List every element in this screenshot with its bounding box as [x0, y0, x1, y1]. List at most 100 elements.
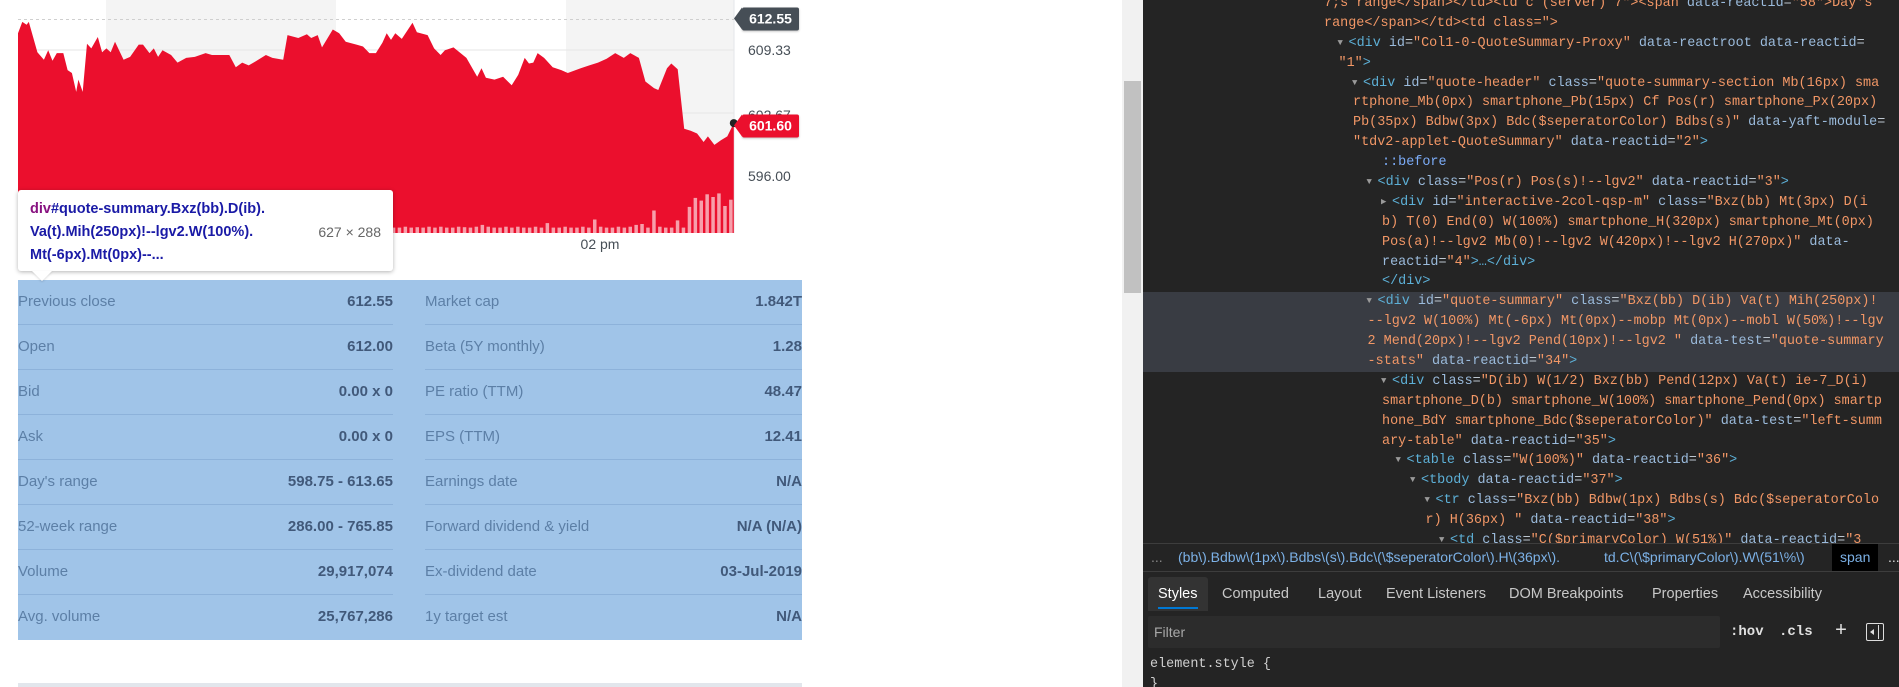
dom-node-line[interactable]: Pos(a)!--lgv2 Mb(0)!--lgv2 W(420px)!--lg…	[1143, 233, 1899, 253]
expand-triangle-icon[interactable]: ▼	[1338, 34, 1343, 54]
dom-node-text: "1">	[1339, 54, 1371, 74]
code-token: "Bxz(bb) D(ib) Va(t) Mih(250px)!	[1619, 294, 1878, 310]
tab-accessibility[interactable]: Accessibility	[1733, 577, 1832, 611]
expand-triangle-icon[interactable]: ▼	[1367, 173, 1372, 193]
volume-bar	[729, 199, 733, 233]
expand-triangle-icon[interactable]: ▼	[1367, 292, 1372, 312]
code-token: smartphone_D(b) smartphone_W(100%) smart…	[1382, 393, 1882, 409]
dom-node-line[interactable]: </div>	[1143, 272, 1899, 292]
volume-bar	[397, 227, 402, 233]
page-scrollbar[interactable]	[1122, 0, 1143, 687]
element-style-rule[interactable]: element.style {	[1150, 657, 1271, 672]
volume-bar	[598, 226, 603, 233]
dom-node-line-selected[interactable]: ▼ <div id="quote-summary" class="Bxz(bb) …	[1143, 292, 1899, 313]
dom-node-line[interactable]: b) T(0) End(0) W(100%) smartphone_H(320p…	[1143, 213, 1899, 233]
volume-bar	[569, 227, 573, 233]
expand-triangle-icon[interactable]: ▼	[1352, 74, 1357, 94]
code-token: r) H(36px) "	[1425, 513, 1523, 529]
stat-row: Earnings date N/A	[425, 460, 802, 505]
toggle-sidebar-icon[interactable]	[1866, 623, 1884, 641]
volume-bar	[581, 226, 585, 233]
dom-node-text: rtphone_Mb(0px) smartphone_Pb(15px) Cf P…	[1353, 93, 1877, 113]
dom-tree[interactable]: 7;s range</span></td><td c (server) 7"><…	[1143, 0, 1899, 551]
cls-button[interactable]: .cls	[1779, 616, 1813, 648]
dom-node-line[interactable]: Pb(35px) Bdbw(3px) Bdc($seperatorColor) …	[1143, 113, 1899, 133]
dom-node-line[interactable]: ▼ <div id="quote-header" class="quote-sum…	[1143, 74, 1899, 94]
expand-triangle-icon[interactable]: ▼	[1381, 372, 1386, 392]
dom-node-text: <div id="quote-summary" class="Bxz(bb) D…	[1378, 292, 1878, 312]
collapsed-triangle-icon[interactable]: ▶	[1381, 193, 1386, 213]
dom-node-line[interactable]: ▼ <div class = "Pos(r) Pos(s)!--lgv2" data-…	[1143, 173, 1899, 193]
stat-row: 1y target est N/A	[425, 595, 802, 640]
code-token: "Bxz(bb) Bdbw(1px) Bdbs(s) Bdc($seperato…	[1516, 493, 1880, 509]
dom-node-line[interactable]: ▼ <table class="W(100%)" data-reactid="36…	[1143, 451, 1899, 471]
dom-node-line[interactable]: ▼ <tbody data-reactid="37">	[1143, 471, 1899, 491]
volume-bar	[693, 197, 698, 233]
code-token: =	[1567, 433, 1576, 449]
breadcrumb-item-selected[interactable]: span	[1832, 544, 1879, 571]
dom-node-line[interactable]: smartphone_D(b) smartphone_W(100%) smart…	[1143, 392, 1899, 412]
dom-node-text: <div id="interactive-2col-qsp-m" class="…	[1392, 193, 1868, 213]
dom-node-line[interactable]: ::before	[1143, 153, 1899, 173]
dom-node-line-selected[interactable]: --lgv2 W(100%) Mt(-6px) Mt(0px)--mobp Mt…	[1143, 312, 1899, 333]
stat-label: Earnings date	[425, 473, 518, 490]
stat-value: 286.00 - 765.85	[287, 518, 393, 535]
breadcrumb-item[interactable]: (bb\).Bdbw\(1px\).Bdbs\(s\).Bdc\(\$seper…	[1178, 544, 1560, 571]
dom-node-line[interactable]: "1">	[1143, 54, 1899, 74]
code-token: id	[1403, 75, 1420, 91]
stat-row: Bid 0.00 x 0	[18, 370, 393, 415]
dom-node-line-selected[interactable]: -stats" data-reactid="34">	[1143, 352, 1899, 372]
tab-computed[interactable]: Computed	[1212, 577, 1299, 611]
code-token: "4"	[1446, 254, 1471, 270]
volume-bar	[705, 194, 709, 233]
stat-value: 29,917,074	[317, 563, 393, 580]
tab-dom-breakpoints[interactable]: DOM Breakpoints	[1499, 577, 1633, 611]
dom-node-line[interactable]: ▼ <tr class="Bxz(bb) Bdbw(1px) Bdbs(s) Bd…	[1143, 491, 1899, 511]
styles-filter-input[interactable]: Filter	[1148, 616, 1720, 648]
tab-event-listeners[interactable]: Event Listeners	[1376, 577, 1496, 611]
code-token: <table	[1406, 453, 1463, 469]
stat-row: Day's range 598.75 - 613.65	[18, 460, 393, 505]
y-tick-label: 609.33	[748, 42, 791, 58]
code-token: =	[1433, 294, 1443, 310]
volume-bar	[669, 227, 674, 233]
tab-styles[interactable]: Styles	[1148, 577, 1208, 611]
scrollbar-thumb[interactable]	[1124, 81, 1141, 293]
dom-node-line[interactable]: ary-table" data-reactid="35">	[1143, 432, 1899, 452]
dom-node-line[interactable]: range</span></td><td class=">	[1143, 14, 1899, 34]
code-token: "2"	[1675, 135, 1700, 151]
dom-node-line[interactable]: "tdv2-applet-QuoteSummary" data-reactid=…	[1143, 133, 1899, 153]
dom-node-line[interactable]: 7;s range</span></td><td c (server) 7"><…	[1143, 0, 1899, 14]
code-token: <div	[1377, 294, 1418, 310]
code-token: =	[1783, 0, 1792, 11]
tab-properties[interactable]: Properties	[1642, 577, 1728, 611]
dom-node-line[interactable]: reactid="4">…</div>	[1143, 253, 1899, 273]
dom-node-line[interactable]: ▼ <div id="Col1-0-QuoteSummary-Proxy" dat…	[1143, 34, 1899, 54]
breadcrumb-overflow-left[interactable]: ...	[1151, 544, 1163, 571]
expand-triangle-icon[interactable]: ▼	[1396, 451, 1401, 471]
breadcrumb-item[interactable]: td.C\(\$primaryColor\).W\(51\%\)	[1604, 544, 1805, 571]
hov-button[interactable]: :hov	[1730, 616, 1764, 648]
dom-node-line[interactable]: rtphone_Mb(0px) smartphone_Pb(15px) Cf P…	[1143, 93, 1899, 113]
dom-node-line-selected[interactable]: 2 Mend(20px)!--lgv2 Pend(10px)!--lgv2 " …	[1143, 332, 1899, 353]
stat-label: Ex-dividend date	[425, 563, 537, 580]
tab-layout[interactable]: Layout	[1308, 577, 1372, 611]
breadcrumb-overflow-right[interactable]: ...	[1888, 544, 1899, 571]
dom-node-line[interactable]: ▶ <div id="interactive-2col-qsp-m" class=…	[1143, 193, 1899, 213]
dom-node-line[interactable]: r) H(36px) " data-reactid="38">	[1143, 511, 1899, 531]
code-token: "Col1-0-QuoteSummary-Proxy"	[1413, 35, 1631, 51]
breadcrumb: ... (bb\).Bdbw\(1px\).Bdbs\(s\).Bdc\(\$s…	[1143, 543, 1899, 572]
dom-node-line[interactable]: ▼ <div class="D(ib) W(1/2) Bxz(bb) Pend(1…	[1143, 372, 1899, 392]
volume-bar	[675, 220, 680, 233]
code-token: =	[1856, 35, 1865, 51]
code-token: data-yaft-module	[1748, 115, 1878, 131]
dom-node-line[interactable]: hone_BdY smartphone_Bdc($seperatorColor)…	[1143, 412, 1899, 432]
expand-triangle-icon[interactable]: ▼	[1410, 471, 1415, 491]
stat-row: Volume 29,917,074	[18, 550, 393, 595]
new-style-rule-icon[interactable]: +	[1835, 616, 1847, 648]
dom-node-text: <table class="W(100%)" data-reactid="36"…	[1407, 451, 1738, 471]
expand-triangle-icon[interactable]: ▼	[1425, 491, 1430, 511]
